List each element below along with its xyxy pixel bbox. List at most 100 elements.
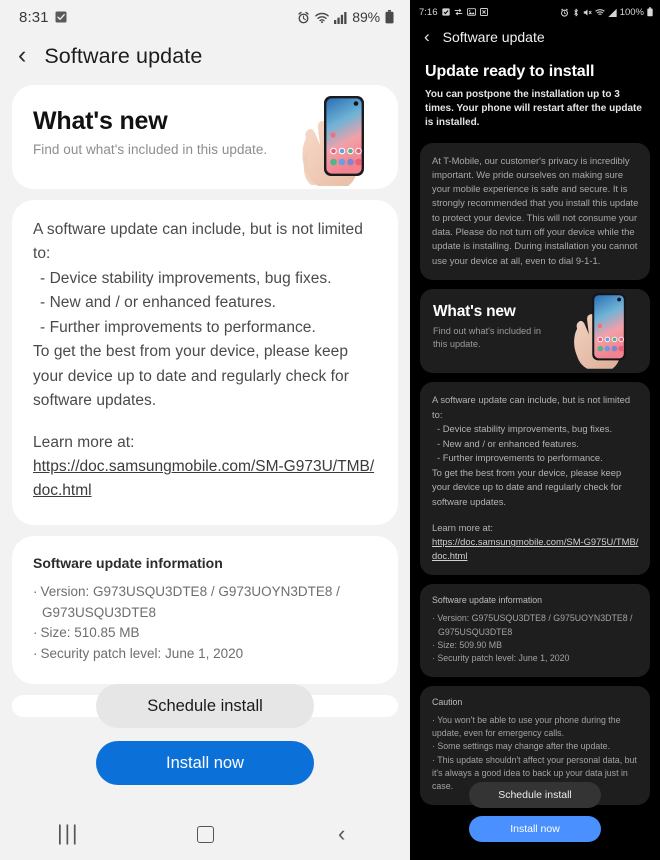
install-now-button[interactable]: Install now (96, 741, 314, 785)
learn-more-label: Learn more at: (432, 521, 493, 533)
signal-icon (334, 11, 347, 24)
caution-item-text: You won't be able to use your phone duri… (432, 715, 621, 739)
image-icon (466, 8, 476, 16)
bullet-glyph: · (432, 741, 435, 752)
info-size-row: · Size: 510.85 MB (33, 623, 378, 644)
signal-icon (608, 8, 617, 17)
page-title: Software update (442, 28, 545, 45)
recents-button[interactable]: ||| (0, 822, 137, 846)
description-bullet: - Device stability improvements, bug fix… (40, 269, 332, 287)
status-bar-right-group: 89% (297, 9, 394, 25)
info-security-label: Security patch level: June 1, 2020 (437, 652, 570, 663)
dark-theme-phone-screen: 7:16 100% ‹ Software update Update ready… (410, 0, 660, 860)
carrier-notice-card: At T-Mobile, our customer's privacy is i… (420, 142, 650, 280)
update-ready-heading: Update ready to install (425, 63, 595, 80)
info-security-label: Security patch level: June 1, 2020 (40, 645, 244, 661)
caution-item-text: Some settings may change after the updat… (437, 741, 611, 752)
info-version-label: Version: G975USQU3DTE8 / G975UOYN3DTE8 / (437, 613, 633, 624)
light-status-bar: 8:31 89% (0, 0, 410, 34)
dark-app-bar: ‹ Software update (410, 24, 660, 55)
status-bar-left-group: 8:31 (19, 9, 67, 26)
alarm-icon (560, 8, 569, 17)
bluetooth-icon (572, 8, 580, 17)
hand-holding-phone-illustration (562, 289, 646, 373)
caution-item: · You won't be able to use your phone du… (432, 714, 639, 740)
recents-icon: ||| (57, 822, 80, 845)
caution-heading: Caution (432, 697, 463, 708)
info-heading: Software update information (432, 595, 543, 606)
nav-back-button[interactable]: ‹ (273, 821, 410, 847)
caution-item: · Some settings may change after the upd… (432, 740, 639, 753)
description-intro: A software update can include, but is no… (33, 221, 363, 263)
bullet-glyph: · (432, 613, 435, 624)
screenshot-root: 8:31 89% ‹ Software update What's new Fi… (0, 0, 660, 860)
hand-holding-phone-illustration (288, 91, 388, 189)
home-button[interactable] (137, 825, 274, 843)
description-bullet: - Further improvements to performance. (437, 452, 603, 464)
back-icon: ‹ (338, 821, 346, 846)
light-action-buttons: Schedule install Install now (0, 684, 410, 798)
learn-more-label: Learn more at: (33, 433, 135, 451)
update-description-card: A software update can include, but is no… (12, 200, 398, 526)
wifi-icon (594, 8, 605, 17)
description-outro: To get the best from your device, please… (33, 343, 349, 410)
description-bullet: - New and / or enhanced features. (40, 294, 277, 312)
info-version-row: · Version: G975USQU3DTE8 / G975UOYN3DTE8… (432, 612, 639, 625)
whats-new-card[interactable]: What's new Find out what's included in t… (12, 85, 398, 189)
dark-status-bar: 7:16 100% (410, 0, 660, 24)
status-bar-clock: 7:16 (419, 6, 438, 18)
info-security-row: · Security patch level: June 1, 2020 (432, 652, 639, 665)
battery-icon (385, 10, 394, 24)
dark-scroll-area[interactable]: Update ready to install You can postpone… (410, 55, 660, 806)
description-bullet: - New and / or enhanced features. (437, 437, 579, 449)
software-update-information-card: Software update information · Version: G… (420, 584, 650, 678)
schedule-install-button[interactable]: Schedule install (96, 684, 314, 728)
install-now-button[interactable]: Install now (469, 816, 601, 842)
bullet-glyph: · (432, 652, 435, 663)
info-version-label: Version: G973USQU3DTE8 / G973UOYN3DTE8 / (40, 584, 340, 600)
dark-action-buttons: Schedule install Install now (410, 782, 660, 850)
schedule-install-button[interactable]: Schedule install (469, 782, 601, 808)
screenshot-icon (479, 8, 488, 17)
battery-percent-label: 89% (352, 9, 380, 25)
back-chevron-icon[interactable]: ‹ (424, 28, 430, 45)
software-update-information-card: Software update information · Version: G9… (12, 536, 398, 685)
description-outro: To get the best from your device, please… (432, 466, 622, 507)
bullet-glyph: · (33, 645, 38, 661)
info-version-continuation: G973USQU3DTE8 (42, 604, 157, 620)
update-description-card: A software update can include, but is no… (420, 381, 650, 576)
info-version-continuation: G975USQU3DTE8 (438, 626, 513, 637)
bullet-glyph: · (432, 754, 435, 765)
learn-more-link[interactable]: https://doc.samsungmobile.com/SM-G973U/T… (33, 455, 378, 503)
battery-icon (647, 7, 653, 17)
battery-percent-label: 100% (619, 6, 644, 18)
learn-more-link[interactable]: https://doc.samsungmobile.com/SM-G975U/T… (432, 535, 639, 563)
light-theme-phone-screen: 8:31 89% ‹ Software update What's new Fi… (0, 0, 410, 860)
bullet-glyph: · (33, 625, 38, 641)
checkbox-icon (441, 8, 450, 16)
wifi-icon (315, 11, 330, 24)
info-heading: Software update information (33, 555, 223, 572)
info-size-label: Size: 509.90 MB (437, 639, 502, 650)
info-security-row: · Security patch level: June 1, 2020 (33, 644, 378, 665)
info-size-row: · Size: 509.90 MB (432, 639, 639, 652)
light-scroll-area[interactable]: What's new Find out what's included in t… (0, 85, 410, 685)
carrier-notice-text: At T-Mobile, our customer's privacy is i… (432, 154, 639, 266)
description-bullet: - Device stability improvements, bug fix… (437, 423, 613, 435)
alarm-icon (297, 11, 310, 24)
page-title: Software update (44, 44, 203, 68)
bullet-glyph: · (432, 639, 435, 650)
description-intro: A software update can include, but is no… (432, 393, 631, 420)
whats-new-card[interactable]: What's new Find out what's included in t… (420, 288, 650, 373)
info-version-row: · Version: G973USQU3DTE8 / G973UOYN3DTE8 … (33, 582, 378, 603)
back-chevron-icon[interactable]: ‹ (18, 43, 26, 68)
bullet-glyph: · (33, 584, 38, 600)
light-app-bar: ‹ Software update (0, 34, 410, 85)
home-icon (196, 825, 214, 843)
checkbox-icon (55, 11, 67, 23)
whats-new-subtitle: Find out what's included in this update. (433, 325, 541, 350)
light-navigation-bar: ||| ‹ (0, 808, 410, 860)
description-bullet: - Further improvements to performance. (40, 318, 316, 336)
